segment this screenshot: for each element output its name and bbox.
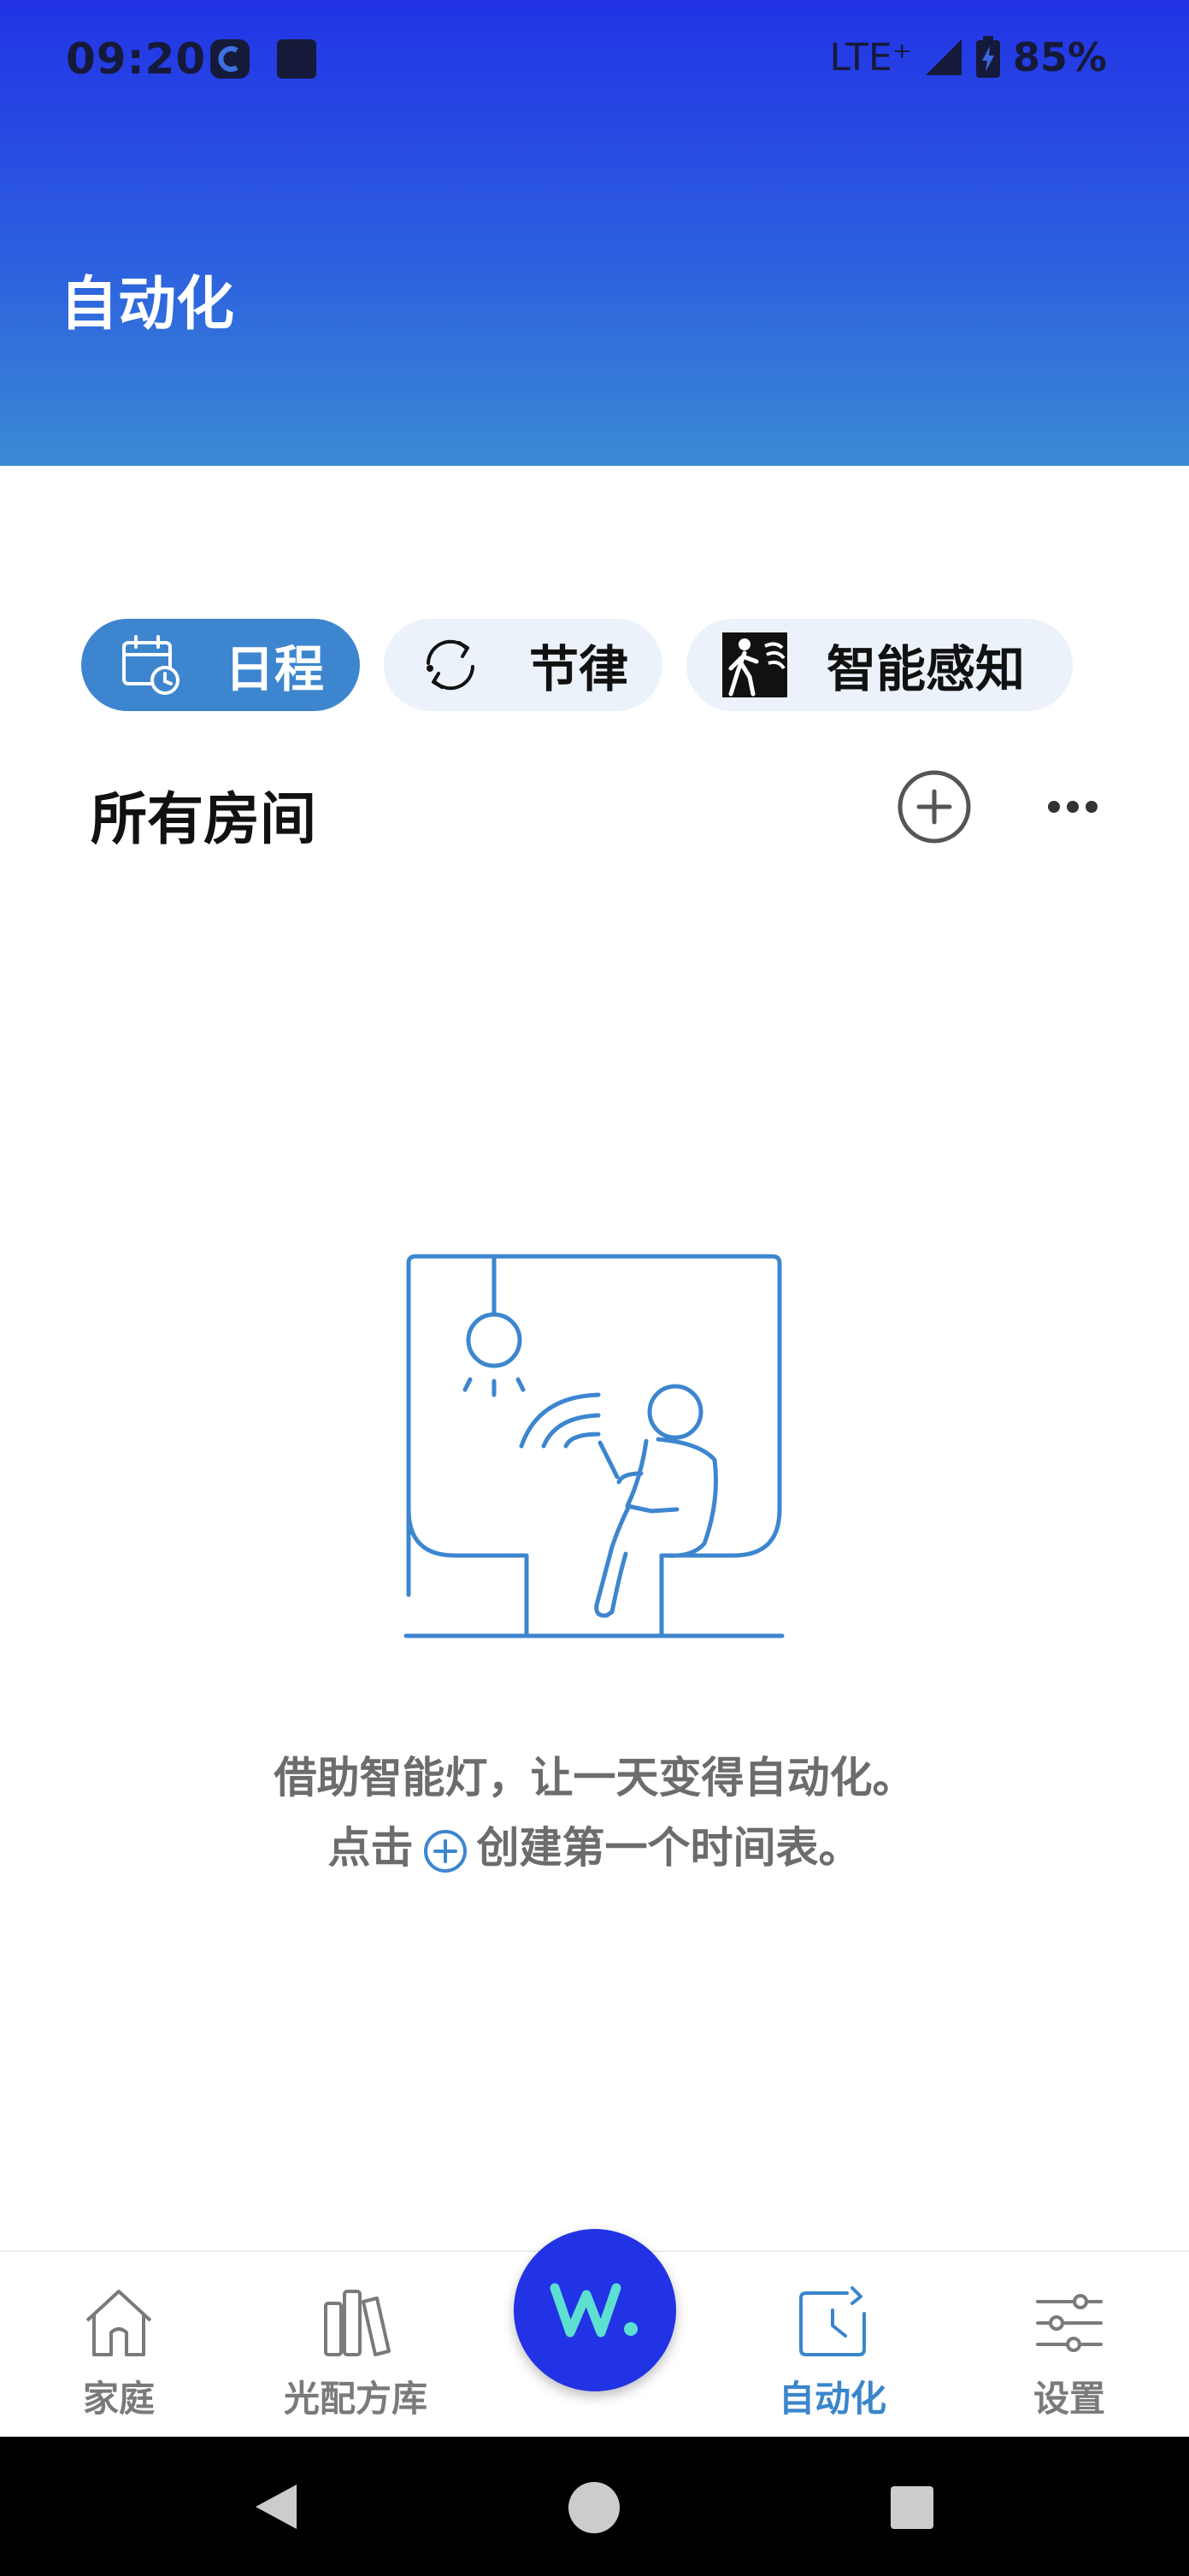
wiz-logo-icon	[550, 2283, 638, 2338]
battery-icon	[975, 36, 1000, 78]
sliders-icon	[1036, 2294, 1103, 2352]
tab-schedule[interactable]: 日程	[81, 619, 360, 711]
house-icon	[85, 2290, 152, 2356]
nav-light-recipes[interactable]: 光配方库	[262, 2252, 450, 2438]
add-schedule-button[interactable]	[896, 768, 973, 845]
page-title: 自动化	[60, 271, 235, 338]
recents-icon[interactable]	[889, 2485, 935, 2531]
cycle-arrows-icon	[427, 639, 474, 691]
battery-percent: 85%	[1012, 34, 1107, 80]
tab-smart-sensing-label: 智能感知	[827, 640, 1026, 698]
nav-home[interactable]: 家庭	[25, 2252, 213, 2438]
section-title: 所有房间	[91, 786, 316, 852]
notification-square-icon	[277, 39, 316, 79]
nav-automation[interactable]: 自动化	[739, 2252, 927, 2438]
wiz-home-button[interactable]	[514, 2229, 676, 2391]
network-type: LTE⁺	[829, 35, 912, 79]
signal-icon	[925, 39, 962, 75]
empty-state-line1: 借助智能灯，让一天变得自动化。	[274, 1753, 915, 1803]
nav-light-recipes-label: 光配方库	[283, 2378, 427, 2420]
back-icon[interactable]	[252, 2481, 300, 2532]
nav-settings[interactable]: 设置	[975, 2252, 1163, 2438]
notification-app-icon	[210, 39, 250, 79]
nav-settings-label: 设置	[1033, 2378, 1105, 2420]
calendar-clock-icon	[122, 635, 180, 695]
more-options-button[interactable]	[1046, 788, 1099, 826]
clock-refresh-icon	[799, 2286, 866, 2356]
tab-schedule-label: 日程	[225, 640, 325, 698]
status-bar: 09:20 LTE⁺ 85%	[0, 0, 1189, 120]
status-time: 09:20	[66, 34, 207, 84]
tab-smart-sensing[interactable]: 智能感知	[686, 619, 1073, 711]
inline-add-icon	[423, 1829, 467, 1873]
empty-state-illustration	[403, 1254, 785, 1638]
home-circle-icon[interactable]	[567, 2480, 621, 2535]
empty-state-line2-before: 点击	[327, 1823, 414, 1873]
empty-state-line2-after: 创建第一个时间表。	[476, 1823, 862, 1873]
nav-automation-label: 自动化	[778, 2378, 886, 2420]
motion-sensor-icon	[722, 632, 787, 697]
books-icon	[324, 2290, 391, 2356]
app-header: 09:20 LTE⁺ 85% 自动化	[0, 0, 1189, 466]
system-navigation-bar	[0, 2437, 1189, 2576]
status-indicators: LTE⁺ 85%	[830, 34, 1107, 80]
tab-rhythm[interactable]: 节律	[384, 619, 662, 711]
tab-rhythm-label: 节律	[529, 640, 629, 698]
nav-home-label: 家庭	[82, 2378, 155, 2420]
empty-state-line2: 点击 创建第一个时间表。	[0, 1814, 1189, 1875]
